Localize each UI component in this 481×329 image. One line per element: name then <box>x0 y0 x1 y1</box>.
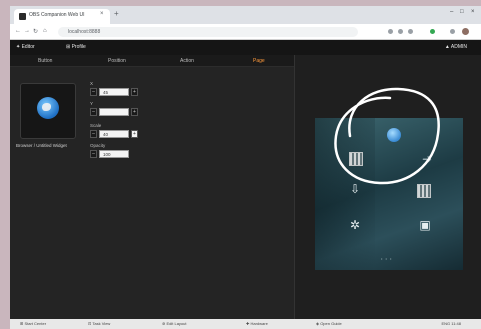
screen: OBS Companion Web UI × + – □ × ← → ↻ ⌂ l… <box>10 6 481 329</box>
app-header: ✦ Editor ⊞ Profile ▲ ADMIN <box>10 40 481 55</box>
increment-button[interactable]: + <box>131 130 138 138</box>
field-label: X <box>90 81 94 86</box>
extension-icon[interactable] <box>398 29 403 34</box>
qr-code-icon[interactable] <box>349 152 363 166</box>
globe-icon[interactable] <box>387 128 401 142</box>
os-taskbar: ⊞ Start Center ⊡ Task View ⊚ Edit Layout… <box>10 319 481 329</box>
page-dots: • • • <box>381 256 393 261</box>
field-label: Y <box>90 101 94 106</box>
increment-button[interactable]: + <box>131 108 138 116</box>
maximize-button[interactable]: □ <box>460 9 464 15</box>
decrement-button[interactable]: – <box>90 88 97 96</box>
tab-title: OBS Companion Web UI <box>29 12 85 18</box>
address-bar: ← → ↻ ⌂ localhost:8888 <box>10 24 481 40</box>
tab-page[interactable]: Page <box>253 58 265 64</box>
new-tab-button[interactable]: + <box>114 10 119 18</box>
profile-avatar[interactable] <box>462 28 469 35</box>
x-stepper[interactable]: – 45 + <box>90 88 138 96</box>
extension-icon[interactable] <box>408 29 413 34</box>
tab-position[interactable]: Position <box>108 58 126 64</box>
back-button[interactable]: ← <box>15 28 21 34</box>
field-label: Opacity <box>90 143 106 148</box>
tab-close-icon[interactable]: × <box>100 11 104 17</box>
editor-panel: Browser / Untitled Widget X – 45 + Y – +… <box>10 67 294 319</box>
import-icon[interactable]: ⇩ <box>347 182 363 196</box>
browser-tabstrip: OBS Companion Web UI × + – □ × <box>10 6 481 24</box>
scale-stepper[interactable]: – 40 + <box>90 130 138 138</box>
extension-icon[interactable] <box>430 29 435 34</box>
taskbar-item[interactable]: ⊞ Start Center <box>20 321 46 326</box>
opacity-value[interactable]: 100 <box>99 150 129 158</box>
reload-button[interactable]: ↻ <box>33 28 38 35</box>
browser-tab[interactable]: OBS Companion Web UI × <box>14 9 110 24</box>
tab-button[interactable]: Button <box>38 58 52 64</box>
x-value[interactable]: 45 <box>99 88 129 96</box>
tab-action[interactable]: Action <box>180 58 194 64</box>
extension-icon[interactable] <box>388 29 393 34</box>
close-window-button[interactable]: × <box>471 9 475 15</box>
taskbar-item[interactable]: ◈ Open Guide <box>316 321 342 326</box>
taskbar-item[interactable]: ⊡ Task View <box>88 321 110 326</box>
field-label: Scale <box>90 123 102 128</box>
preview-shade <box>315 118 375 270</box>
user-menu[interactable]: ▲ ADMIN <box>445 44 467 50</box>
decrement-button[interactable]: – <box>90 150 97 158</box>
taskbar-item[interactable]: ⊚ Edit Layout <box>162 321 186 326</box>
url-text: localhost:8888 <box>68 29 101 35</box>
film-icon[interactable]: ▣ <box>417 218 433 232</box>
globe-icon <box>37 97 59 119</box>
arrow-icon[interactable]: ➜ <box>419 152 435 166</box>
y-stepper[interactable]: – + <box>90 108 138 116</box>
home-button[interactable]: ⌂ <box>43 28 47 34</box>
settings-icon[interactable]: ✲ <box>347 218 363 232</box>
taskbar-item[interactable]: ✚ Hardware <box>246 321 268 326</box>
forward-button[interactable]: → <box>24 28 30 34</box>
decrement-button[interactable]: – <box>90 130 97 138</box>
profile-menu[interactable]: ⊞ Profile <box>66 44 86 50</box>
extension-icon[interactable] <box>450 29 455 34</box>
preview-panel: ➜ ⇩ ✲ ▣ • • • <box>294 55 481 319</box>
deck-preview[interactable]: ➜ ⇩ ✲ ▣ • • • <box>315 118 463 270</box>
editor-brand[interactable]: ✦ Editor <box>16 44 35 50</box>
taskbar-clock: ENG 11:48 <box>441 321 462 326</box>
icon-caption: Browser / Untitled Widget <box>16 143 67 148</box>
editor-tabs: Button Position Action Page <box>10 55 294 67</box>
scale-value[interactable]: 40 <box>99 130 129 138</box>
decrement-button[interactable]: – <box>90 108 97 116</box>
url-input[interactable]: localhost:8888 <box>58 27 358 37</box>
opacity-stepper[interactable]: – 100 <box>90 150 138 158</box>
y-value[interactable] <box>99 108 129 116</box>
icon-preview-card[interactable] <box>20 83 76 139</box>
minimize-button[interactable]: – <box>450 9 453 15</box>
qr-code-icon[interactable] <box>417 184 431 198</box>
favicon-icon <box>19 13 26 20</box>
increment-button[interactable]: + <box>131 88 138 96</box>
